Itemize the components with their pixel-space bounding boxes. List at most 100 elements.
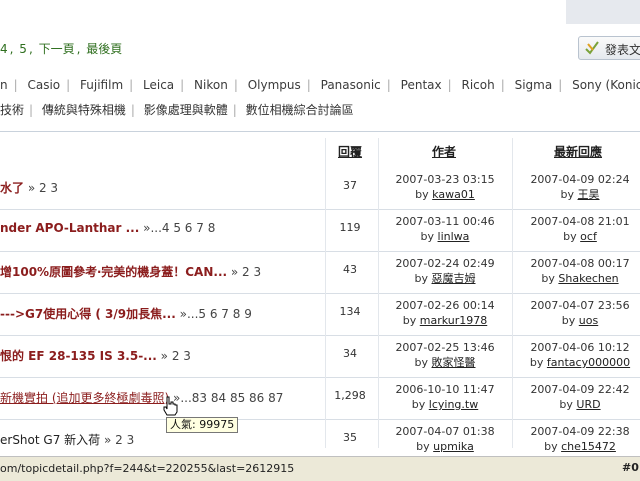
- topic-pages[interactable]: » 2 3: [157, 349, 191, 363]
- topic-link[interactable]: erShot G7 新入荷: [0, 433, 100, 447]
- page-link-5[interactable]: 5: [19, 42, 27, 56]
- topic-link[interactable]: nder APO-Lanthar ...: [0, 221, 139, 235]
- author-cell: 2007-02-26 00:14 by markur1978: [380, 298, 510, 328]
- reply-count: 37: [343, 179, 357, 192]
- latest-user-link[interactable]: Shakechen: [558, 272, 618, 285]
- nav-sep: |: [500, 78, 505, 92]
- brand-link-sony[interactable]: Sony (Konica: [572, 78, 640, 92]
- latest-user-link[interactable]: che15472: [561, 440, 616, 453]
- author-link[interactable]: 惡魔吉姆: [432, 272, 476, 285]
- topic-link[interactable]: --->G7使用心得 ( 3/9加長焦...: [0, 307, 176, 321]
- post-date: 2007-02-25 13:46: [395, 341, 495, 354]
- topic-pages[interactable]: »...5 6 7 8 9: [176, 307, 252, 321]
- nav-sep: |: [13, 78, 18, 92]
- topic-link[interactable]: 新機實拍 (追加更多終極劇毒照): [0, 391, 169, 405]
- status-url: om/topicdetail.php?f=244&t=220255&last=2…: [0, 462, 295, 475]
- page-sep: ,: [76, 42, 81, 56]
- latest-cell: 2007-04-08 00:17 by Shakechen: [520, 256, 640, 286]
- next-page-link[interactable]: 下一頁: [39, 42, 75, 56]
- hand-cursor-icon: [163, 396, 178, 416]
- latest-cell: 2007-04-06 10:12 by fantacy000000: [520, 340, 640, 370]
- subforum-link[interactable]: 技術: [0, 103, 24, 117]
- author-line: by linlwa: [420, 230, 470, 243]
- table-row: --->G7使用心得 ( 3/9加長焦... »...5 6 7 8 9 134…: [0, 294, 640, 336]
- author-link[interactable]: markur1978: [420, 314, 488, 327]
- post-date: 2006-10-10 11:47: [395, 383, 495, 396]
- table-row: nder APO-Lanthar ... »...4 5 6 7 8 119 2…: [0, 210, 640, 252]
- topic-link[interactable]: 水了: [0, 181, 24, 195]
- author-link[interactable]: kawa01: [432, 188, 475, 201]
- brand-link-pentax[interactable]: Pentax: [401, 78, 442, 92]
- latest-user-link[interactable]: uos: [579, 314, 598, 327]
- author-cell: 2007-02-25 13:46 by 敗家怪醫: [380, 340, 510, 370]
- brand-link-sigma[interactable]: Sigma: [515, 78, 553, 92]
- table-row: 恨的 EF 28-135 IS 3.5-... » 2 3 34 2007-02…: [0, 336, 640, 378]
- subforum-link[interactable]: 數位相機綜合討論區: [246, 103, 354, 117]
- reply-count: 34: [343, 347, 357, 360]
- author-link[interactable]: linlwa: [438, 230, 470, 243]
- brand-link-leica[interactable]: Leica: [143, 78, 174, 92]
- table-row: 增100%原圖參考‧完美的機身蓋！CAN... » 2 3 43 2007-02…: [0, 252, 640, 294]
- last-page-link[interactable]: 最後頁: [86, 42, 122, 56]
- topic-pages[interactable]: »...83 84 85 86 87: [169, 391, 283, 405]
- author-line: by upmika: [416, 440, 474, 453]
- table-row: erShot G7 新入荷 » 2 3 35 2007-04-07 01:38 b…: [0, 420, 640, 461]
- brand-link-fujifilm[interactable]: Fujifilm: [80, 78, 123, 92]
- latest-line: by 王昊: [560, 188, 600, 201]
- author-line: by lcying.tw: [411, 398, 479, 411]
- table-row: 水了 » 2 3 37 2007-03-23 03:15 by kawa01 20…: [0, 168, 640, 210]
- nav-sep: |: [447, 78, 452, 92]
- author-link[interactable]: lcying.tw: [429, 398, 478, 411]
- page-link-4[interactable]: 4: [0, 42, 8, 56]
- topic-pages[interactable]: » 2 3: [100, 433, 134, 447]
- topic-pages[interactable]: » 2 3: [24, 181, 58, 195]
- topic-link[interactable]: 恨的 EF 28-135 IS 3.5-...: [0, 349, 157, 363]
- brand-link-ricoh[interactable]: Ricoh: [461, 78, 494, 92]
- topic-link[interactable]: 增100%原圖參考‧完美的機身蓋！CAN...: [0, 265, 227, 279]
- topic-title-cell: 新機實拍 (追加更多終極劇毒照) »...83 84 85 86 87: [0, 389, 283, 406]
- brand-link-nikon[interactable]: Nikon: [194, 78, 228, 92]
- latest-line: by URD: [559, 398, 601, 411]
- status-bar: om/topicdetail.php?f=244&t=220255&last=2…: [0, 456, 640, 481]
- latest-cell: 2007-04-09 02:24 by 王昊: [520, 172, 640, 202]
- subforum-link[interactable]: 傳統與特殊相機: [42, 103, 126, 117]
- post-date: 2007-03-11 00:46: [395, 215, 495, 228]
- reply-count: 134: [339, 305, 361, 318]
- new-post-button[interactable]: 發表文: [578, 36, 640, 60]
- latest-cell: 2007-04-09 22:38 by che15472: [520, 424, 640, 454]
- author-line: by kawa01: [415, 188, 475, 201]
- latest-cell: 2007-04-08 21:01 by ocf: [520, 214, 640, 244]
- reply-count: 119: [339, 221, 361, 234]
- column-divider: [378, 138, 379, 448]
- latest-line: by ocf: [563, 230, 597, 243]
- latest-user-link[interactable]: ocf: [580, 230, 597, 243]
- latest-date: 2007-04-08 00:17: [530, 257, 630, 270]
- brand-link[interactable]: n: [0, 78, 8, 92]
- latest-line: by che15472: [544, 440, 616, 453]
- author-cell: 2007-02-24 02:49 by 惡魔吉姆: [380, 256, 510, 286]
- author-cell: 2007-03-23 03:15 by kawa01: [380, 172, 510, 202]
- author-link[interactable]: upmika: [433, 440, 474, 453]
- brand-link-panasonic[interactable]: Panasonic: [321, 78, 381, 92]
- subforum-link[interactable]: 影像處理與軟體: [144, 103, 228, 117]
- brand-link-casio[interactable]: Casio: [27, 78, 60, 92]
- author-link[interactable]: 敗家怪醫: [432, 356, 476, 369]
- col-header-replies[interactable]: 回覆: [338, 143, 362, 160]
- topic-pages[interactable]: » 2 3: [227, 265, 261, 279]
- latest-cell: 2007-04-07 23:56 by uos: [520, 298, 640, 328]
- latest-user-link[interactable]: fantacy000000: [547, 356, 630, 369]
- topic-title-cell: 水了 » 2 3: [0, 179, 58, 196]
- brand-link-olympus[interactable]: Olympus: [248, 78, 301, 92]
- latest-user-link[interactable]: 王昊: [578, 188, 600, 201]
- column-divider: [325, 138, 326, 448]
- col-header-latest[interactable]: 最新回應: [554, 143, 602, 160]
- latest-user-link[interactable]: URD: [576, 398, 600, 411]
- nav-sep: |: [66, 78, 71, 92]
- author-line: by 敗家怪醫: [414, 356, 476, 369]
- topic-pages[interactable]: »...4 5 6 7 8: [139, 221, 215, 235]
- page-sep: ,: [9, 42, 14, 56]
- nav-sep: |: [130, 103, 135, 117]
- divider: [0, 131, 640, 132]
- col-header-author[interactable]: 作者: [432, 143, 456, 160]
- toolbar-area: [566, 0, 640, 24]
